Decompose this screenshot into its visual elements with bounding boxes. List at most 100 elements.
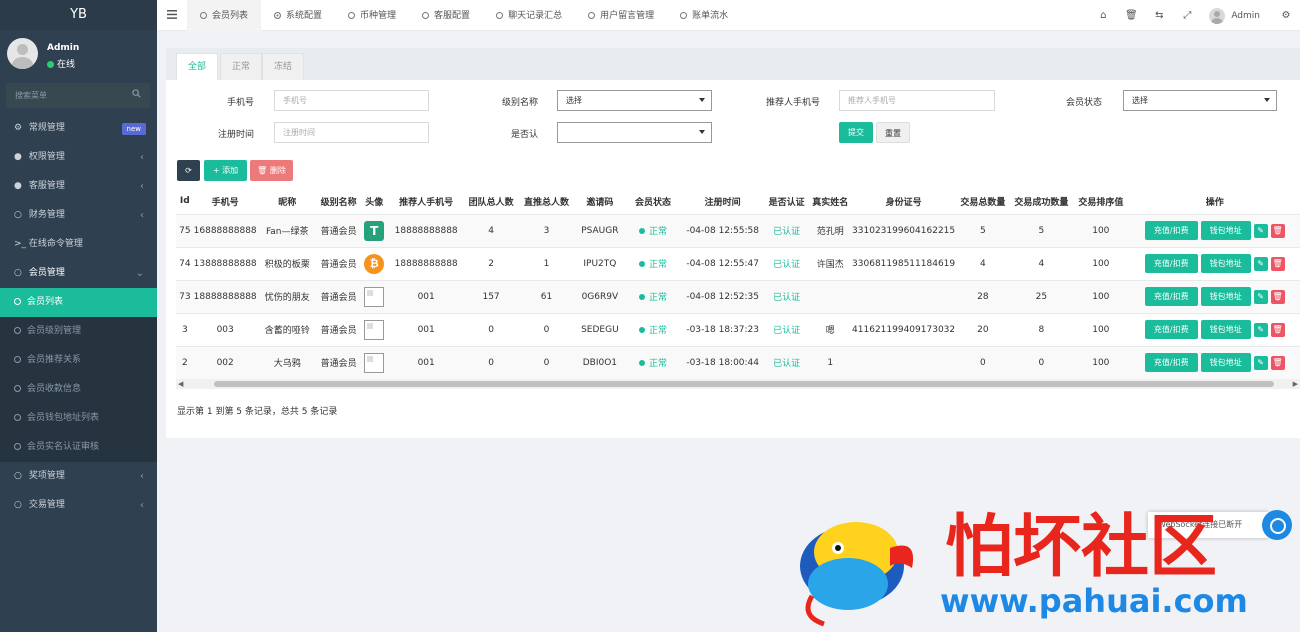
column-header[interactable]: 邀请码: [574, 189, 626, 215]
reset-button[interactable]: 重置: [876, 122, 910, 143]
scroll-left-icon[interactable]: ◀: [178, 380, 183, 388]
cell-direct: 0: [518, 313, 575, 347]
column-header[interactable]: 团队总人数: [463, 189, 519, 215]
tab-member-list[interactable]: 会员列表: [187, 0, 262, 31]
menu-search-input[interactable]: 搜索菜单: [6, 83, 150, 108]
edit-icon[interactable]: ✎: [1253, 355, 1268, 370]
column-header[interactable]: 是否认证: [764, 189, 809, 215]
scrollbar-thumb[interactable]: [214, 381, 1274, 387]
column-header[interactable]: 真实姓名: [808, 189, 853, 215]
table-row[interactable]: 73 18888888888 忧伤的朋友 普通会员 001 157 61 0G6R9V 正常 -0…: [176, 280, 1300, 314]
column-header[interactable]: 会员状态: [625, 189, 681, 215]
sidebar-subitem-member-level[interactable]: 会员级别管理: [0, 317, 157, 346]
column-header[interactable]: 交易成功数量: [1010, 189, 1073, 215]
delete-icon[interactable]: 🗑: [1270, 256, 1285, 271]
wallet-address-button[interactable]: 钱包地址: [1200, 287, 1251, 306]
status-select-value: 选择: [1132, 96, 1148, 105]
edit-icon[interactable]: ✎: [1253, 223, 1268, 238]
table-header: Id 手机号 昵称 级别名称 头像 推荐人手机号 团队总人数 直推总人数 邀请码 会员状态 注册时间…: [176, 189, 1300, 215]
column-header[interactable]: 身份证号: [852, 189, 956, 215]
sidebar-subitem-member-referral[interactable]: 会员推荐关系: [0, 346, 157, 375]
table-row[interactable]: 2 002 大乌鸦 普通会员 001 0 0 DBI0O1 正常 -03-18 18:00:44 已…: [176, 346, 1300, 380]
column-header[interactable]: 手机号: [193, 189, 257, 215]
sidebar-subitem-member-kyc[interactable]: 会员实名认证审核: [0, 433, 157, 462]
edit-icon[interactable]: ✎: [1253, 256, 1268, 271]
column-header[interactable]: 级别名称: [317, 189, 360, 215]
submit-button[interactable]: 提交: [839, 122, 873, 143]
cell-total: 20: [955, 313, 1011, 347]
recharge-button[interactable]: 充值/扣费: [1144, 221, 1198, 240]
wallet-address-button[interactable]: 钱包地址: [1200, 221, 1251, 240]
verified-select[interactable]: [557, 122, 712, 143]
tab-service-config[interactable]: 客服配置: [409, 0, 483, 31]
column-header[interactable]: 昵称: [256, 189, 318, 215]
menu-toggle-icon[interactable]: [167, 9, 179, 20]
search-icon[interactable]: [132, 89, 141, 98]
scroll-right-icon[interactable]: ▶: [1293, 380, 1298, 388]
sidebar-item-general[interactable]: ⚙ 常规管理 new: [0, 114, 157, 143]
recharge-button[interactable]: 充值/扣费: [1144, 353, 1198, 372]
status-text: 正常: [648, 326, 667, 336]
trash-icon[interactable]: 🗑: [1117, 10, 1145, 21]
sidebar-item-finance[interactable]: ○ 财务管理 ‹: [0, 201, 157, 230]
tab-normal[interactable]: 正常: [220, 53, 263, 80]
tab-frozen[interactable]: 冻结: [262, 53, 305, 80]
member-table: Id 手机号 昵称 级别名称 头像 推荐人手机号 团队总人数 直推总人数 邀请码 会员状态 注册时间…: [176, 189, 1300, 380]
tab-messages[interactable]: 用户留言管理: [575, 0, 667, 31]
column-header[interactable]: 推荐人手机号: [388, 189, 464, 215]
recharge-button[interactable]: 充值/扣费: [1144, 287, 1198, 306]
wallet-address-button[interactable]: 钱包地址: [1200, 254, 1251, 273]
sidebar-item-permission[interactable]: ● 权限管理 ‹: [0, 143, 157, 172]
delete-icon[interactable]: 🗑: [1270, 322, 1285, 337]
wallet-address-button[interactable]: 钱包地址: [1200, 353, 1251, 372]
status-select[interactable]: 选择: [1123, 90, 1277, 111]
home-icon[interactable]: ⌂: [1089, 10, 1117, 21]
column-header[interactable]: 操作: [1129, 189, 1300, 215]
sidebar-subitem-member-wallet[interactable]: 会员钱包地址列表: [0, 404, 157, 433]
phone-input[interactable]: 手机号: [274, 90, 429, 111]
column-header[interactable]: 头像: [359, 189, 389, 215]
level-select[interactable]: 选择: [557, 90, 712, 111]
table-row[interactable]: 3 003 含蓄的哑铃 普通会员 001 0 0 SEDEGU 正常 -03-18 18:37:2…: [176, 313, 1300, 347]
tab-chat-summary[interactable]: 聊天记录汇总: [483, 0, 575, 31]
column-header[interactable]: 直推总人数: [518, 189, 575, 215]
tab-system-config[interactable]: 系统配置: [261, 0, 335, 31]
edit-icon[interactable]: ✎: [1253, 322, 1268, 337]
delete-button[interactable]: 🗑 删除: [250, 160, 293, 181]
horizontal-scrollbar[interactable]: ◀ ▶: [176, 379, 1300, 389]
sidebar-item-trade[interactable]: ○ 交易管理 ‹: [0, 491, 157, 520]
sidebar-item-service[interactable]: ● 客服管理 ‹: [0, 172, 157, 201]
sidebar-item-command[interactable]: >_ 在线命令管理: [0, 230, 157, 259]
column-header[interactable]: 注册时间: [680, 189, 765, 215]
edit-icon[interactable]: ✎: [1253, 289, 1268, 304]
column-header[interactable]: 交易总数量: [955, 189, 1011, 215]
delete-icon[interactable]: 🗑: [1270, 223, 1285, 238]
top-user-name[interactable]: Admin: [1231, 11, 1260, 21]
tab-bills[interactable]: 账单流水: [667, 0, 741, 31]
tab-currency[interactable]: 币种管理: [335, 0, 409, 31]
sidebar-subitem-member-payment[interactable]: 会员收款信息: [0, 375, 157, 404]
table-row[interactable]: 75 16888888888 Fan—绿茶 普通会员 T 18888888888 4 3 PSA…: [176, 214, 1300, 248]
delete-icon[interactable]: 🗑: [1270, 355, 1285, 370]
sidebar-subitem-member-list[interactable]: 会员列表: [0, 288, 157, 317]
translate-icon[interactable]: ⇆: [1145, 10, 1173, 21]
sidebar-item-label: 交易管理: [28, 500, 65, 510]
recharge-button[interactable]: 充值/扣费: [1144, 254, 1198, 273]
recharge-button[interactable]: 充值/扣费: [1144, 320, 1198, 339]
delete-icon[interactable]: 🗑: [1270, 289, 1285, 304]
sidebar-item-member[interactable]: ○ 会员管理 ⌄: [0, 259, 157, 288]
gears-icon[interactable]: ⚙: [1272, 10, 1300, 21]
circle-icon: [14, 385, 21, 392]
tab-all[interactable]: 全部: [176, 53, 219, 80]
table-row[interactable]: 74 13888888888 积极的板栗 普通会员 ₿ 18888888888 2 1 IPU2…: [176, 247, 1300, 281]
regtime-input[interactable]: 注册时间: [274, 122, 429, 143]
column-header[interactable]: 交易排序值: [1072, 189, 1130, 215]
sidebar-item-award[interactable]: ○ 奖项管理 ‹: [0, 462, 157, 491]
add-button[interactable]: + 添加: [204, 160, 247, 181]
column-header[interactable]: Id: [176, 189, 194, 215]
avatar[interactable]: [1209, 7, 1226, 24]
referrer-input[interactable]: 推荐人手机号: [839, 90, 995, 111]
refresh-button[interactable]: ⟳: [177, 160, 200, 181]
fullscreen-icon[interactable]: ⤢: [1173, 10, 1201, 21]
wallet-address-button[interactable]: 钱包地址: [1200, 320, 1251, 339]
